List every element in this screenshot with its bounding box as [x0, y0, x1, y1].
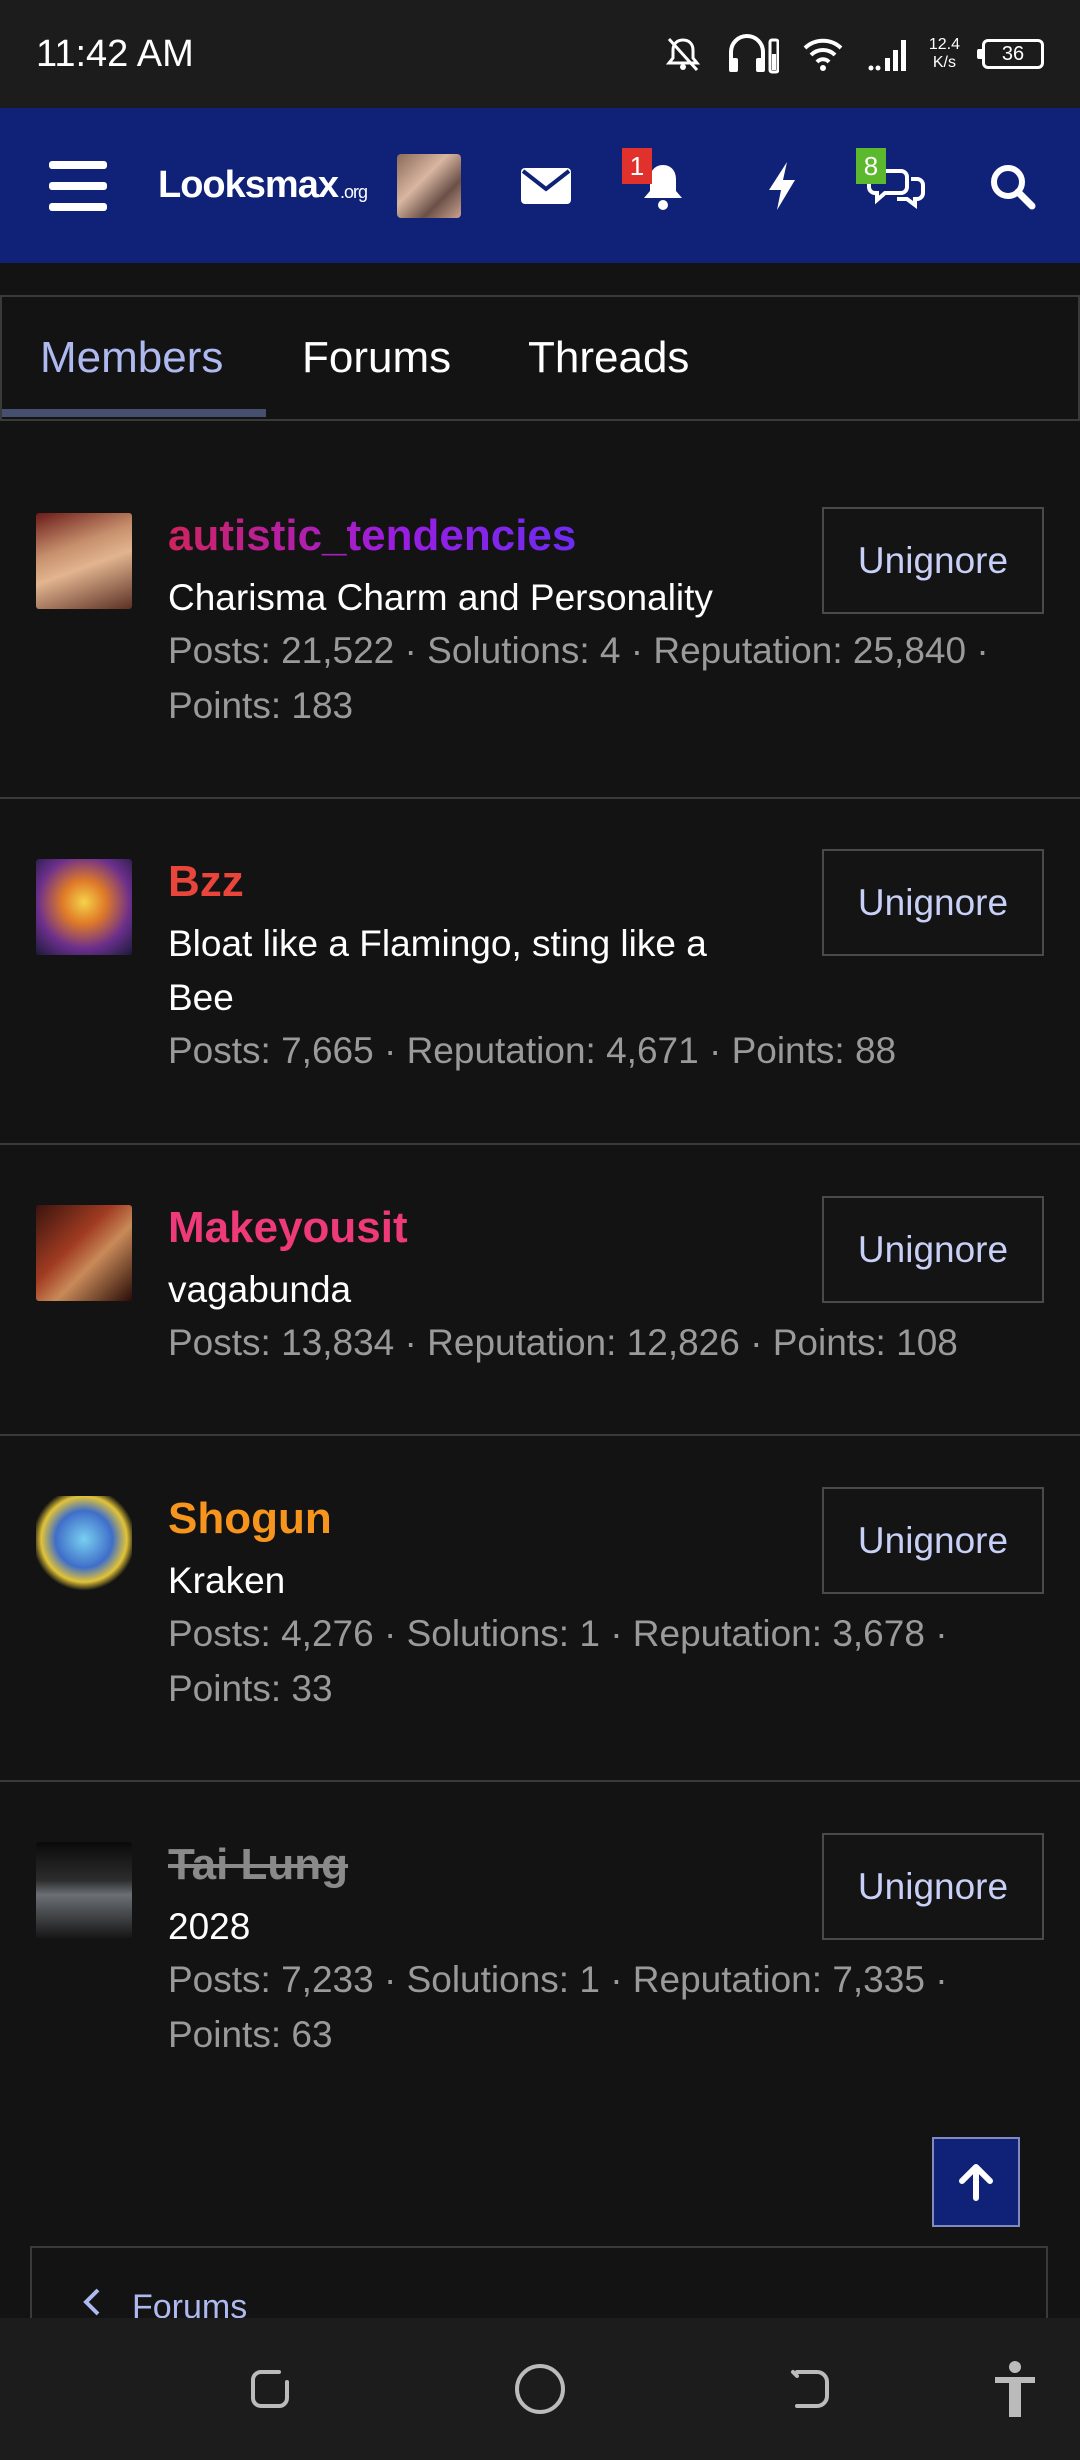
member-name[interactable]: Shogun [168, 1494, 332, 1544]
unignore-button[interactable]: Unignore [822, 507, 1044, 614]
hamburger-icon [49, 160, 107, 211]
conversations-button[interactable] [862, 108, 932, 263]
recents-icon [251, 2370, 289, 2408]
member-title: Bloat like a Flamingo, sting like a Bee [168, 923, 707, 1018]
search-button[interactable] [982, 108, 1042, 263]
battery-level: 36 [1001, 42, 1025, 65]
avatar [397, 153, 461, 218]
unignore-button[interactable]: Unignore [822, 1487, 1044, 1594]
alerts-button[interactable] [628, 108, 698, 263]
scroll-to-top-button[interactable] [932, 2137, 1020, 2227]
member-avatar[interactable] [36, 1205, 132, 1301]
member-avatar[interactable] [36, 859, 132, 955]
active-tab-indicator [2, 409, 266, 417]
member-stats: Posts: 21,522 · Solutions: 4 · Reputatio… [168, 630, 989, 726]
member-name[interactable]: autistic_tendencies [168, 511, 576, 561]
tab-members[interactable]: Members [40, 297, 223, 419]
network-speed-unit: K/s [932, 54, 956, 71]
alerts-count-badge: 1 [622, 148, 652, 184]
member-title: vagabunda [168, 1269, 352, 1310]
wifi-icon [801, 34, 845, 74]
tab-forums[interactable]: Forums [302, 297, 451, 419]
tab-threads[interactable]: Threads [528, 297, 689, 419]
account-avatar-button[interactable] [396, 108, 462, 263]
status-icons: 12.4 K/s 36 [663, 32, 1044, 76]
chevron-left-icon [83, 2288, 100, 2316]
back-button[interactable] [780, 2318, 840, 2460]
headphones-icon [725, 32, 779, 76]
accessibility-icon [995, 2361, 1035, 2417]
member-stats: Posts: 13,834 · Reputation: 12,826 · Poi… [168, 1322, 958, 1363]
battery-icon: 36 [977, 39, 1044, 69]
back-icon [791, 2370, 829, 2408]
inbox-button[interactable] [516, 108, 576, 263]
status-time: 11:42 AM [36, 32, 194, 75]
member-stats: Posts: 7,665 · Reputation: 4,671 · Point… [168, 1030, 897, 1071]
member-title: 2028 [168, 1906, 251, 1947]
whats-new-button[interactable] [752, 108, 812, 263]
member-row: Shogun Kraken Posts: 4,276 · Solutions: … [0, 1436, 1080, 1782]
logo-text: Looksmax [158, 164, 339, 206]
network-speed-value: 12.4 [928, 36, 960, 53]
arrow-up-icon [959, 2164, 993, 2201]
member-title: Charisma Charm and Personality [168, 577, 713, 618]
member-name[interactable]: Makeyousit [168, 1203, 408, 1253]
logo-suffix: .org [339, 182, 368, 202]
envelope-icon [521, 167, 571, 204]
member-row: Makeyousit vagabunda Posts: 13,834 · Rep… [0, 1145, 1080, 1436]
member-row: Tai Lung 2028 Posts: 7,233 · Solutions: … [0, 1782, 1080, 2082]
member-stats: Posts: 7,233 · Solutions: 1 · Reputation… [168, 1959, 948, 2055]
recents-button[interactable] [240, 2318, 300, 2460]
member-title: Kraken [168, 1560, 286, 1601]
system-navigation-bar [0, 2318, 1080, 2460]
menu-button[interactable] [44, 108, 112, 263]
unignore-button[interactable]: Unignore [822, 1833, 1044, 1940]
lightning-bolt-icon [769, 161, 795, 210]
network-speed: 12.4 K/s [929, 36, 960, 72]
member-name[interactable]: Tai Lung [168, 1840, 348, 1890]
unignore-button[interactable]: Unignore [822, 849, 1044, 956]
notifications-muted-icon [663, 34, 703, 74]
signal-icon [867, 34, 907, 74]
top-navigation: Looksmax .org 1 8 [0, 108, 1080, 263]
member-avatar[interactable] [36, 1842, 132, 1938]
accessibility-button[interactable] [985, 2318, 1045, 2460]
member-row: Bzz Bloat like a Flamingo, sting like a … [0, 799, 1080, 1145]
member-name[interactable]: Bzz [168, 857, 244, 907]
status-bar: 11:42 AM 12.4 K/s 36 [0, 0, 1080, 108]
site-logo[interactable]: Looksmax .org [158, 108, 370, 263]
member-row: autistic_tendencies Charisma Charm and P… [0, 421, 1080, 799]
member-avatar[interactable] [36, 1496, 132, 1592]
conversations-count-badge: 8 [856, 148, 886, 184]
unignore-button[interactable]: Unignore [822, 1196, 1044, 1303]
member-stats: Posts: 4,276 · Solutions: 1 · Reputation… [168, 1613, 948, 1709]
member-avatar[interactable] [36, 513, 132, 609]
home-button[interactable] [510, 2318, 570, 2460]
search-icon [991, 164, 1036, 209]
ignored-tabs: Members Forums Threads [0, 295, 1080, 421]
home-circle-icon [515, 2364, 565, 2414]
